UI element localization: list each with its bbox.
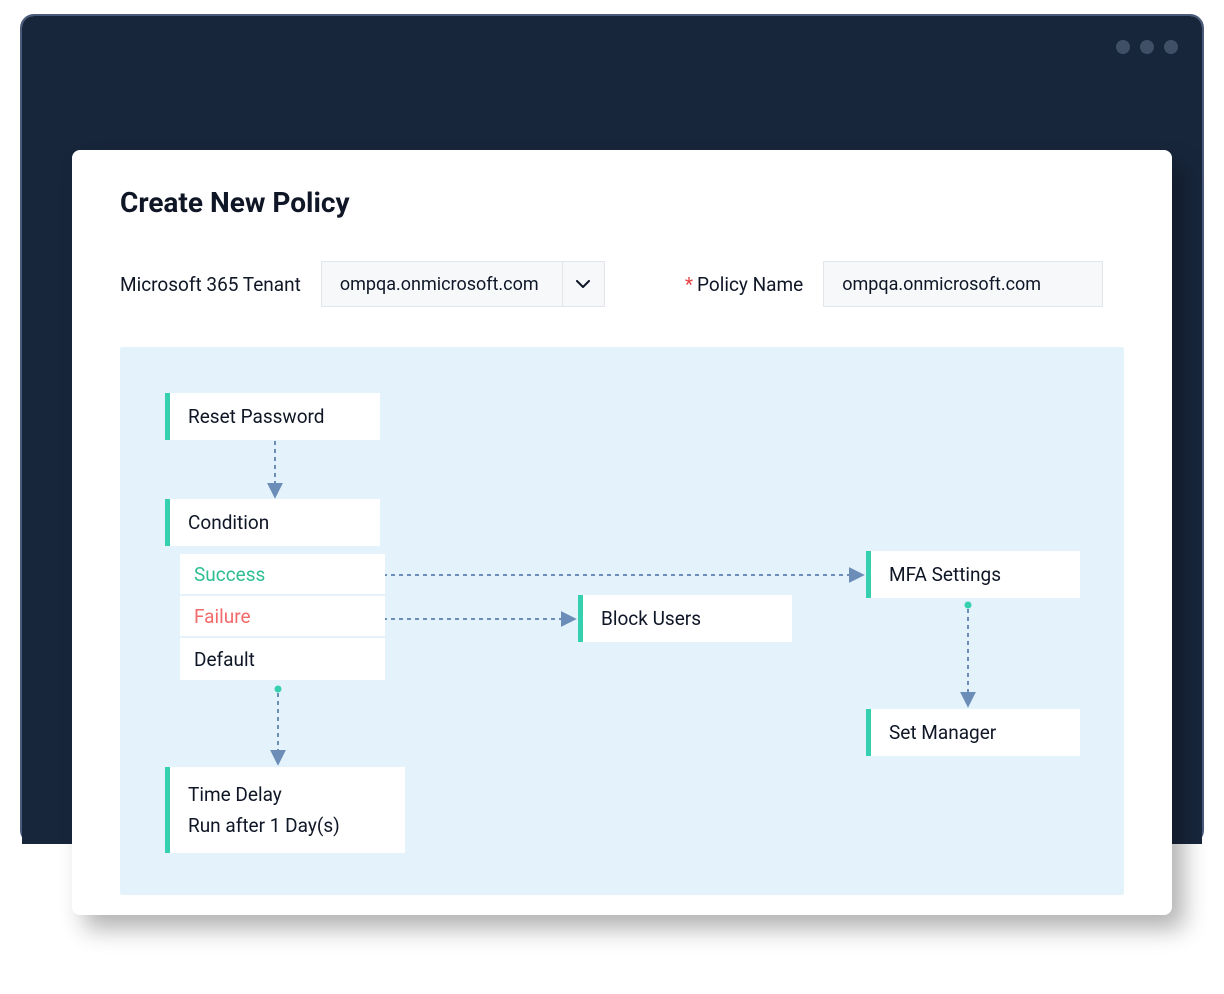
tenant-label: Microsoft 365 Tenant [120, 273, 301, 296]
node-time-delay[interactable]: Time Delay Run after 1 Day(s) [165, 767, 405, 853]
branch-failure[interactable]: Failure [180, 596, 385, 638]
window-control-dot[interactable] [1140, 40, 1154, 54]
browser-titlebar [22, 16, 1202, 78]
branch-label: Default [194, 648, 255, 671]
window-control-dot[interactable] [1116, 40, 1130, 54]
node-set-manager[interactable]: Set Manager [866, 709, 1080, 756]
policy-name-label: *Policy Name [685, 273, 803, 296]
required-asterisk-icon: * [685, 273, 693, 296]
node-reset-password[interactable]: Reset Password [165, 393, 380, 440]
branch-default[interactable]: Default [180, 638, 385, 680]
policy-name-label-text: Policy Name [697, 273, 803, 296]
window-control-dot[interactable] [1164, 40, 1178, 54]
policy-name-input[interactable] [823, 261, 1103, 307]
chevron-down-icon [562, 261, 604, 307]
browser-frame: Create New Policy Microsoft 365 Tenant o… [20, 14, 1204, 844]
node-label: Condition [188, 511, 269, 534]
node-mfa-settings[interactable]: MFA Settings [866, 551, 1080, 598]
browser-body: Create New Policy Microsoft 365 Tenant o… [22, 78, 1202, 844]
node-label: Set Manager [889, 721, 996, 744]
condition-branches: Success Failure Default [180, 554, 385, 680]
branch-label: Success [194, 563, 265, 586]
policy-panel: Create New Policy Microsoft 365 Tenant o… [72, 150, 1172, 915]
tenant-select[interactable]: ompqa.onmicrosoft.com [321, 261, 605, 307]
form-row: Microsoft 365 Tenant ompqa.onmicrosoft.c… [120, 261, 1124, 307]
node-label: Reset Password [188, 405, 325, 428]
branch-label: Failure [194, 605, 251, 628]
node-block-users[interactable]: Block Users [578, 595, 792, 642]
tenant-select-value: ompqa.onmicrosoft.com [322, 274, 562, 295]
branch-success[interactable]: Success [180, 554, 385, 596]
node-detail: Run after 1 Day(s) [188, 814, 340, 837]
node-label: MFA Settings [889, 563, 1001, 586]
flow-canvas: Reset Password Condition Success Failure… [120, 347, 1124, 895]
node-label: Block Users [601, 607, 701, 630]
node-label: Time Delay [188, 783, 282, 806]
node-condition[interactable]: Condition [165, 499, 380, 546]
page-title: Create New Policy [120, 186, 1124, 219]
